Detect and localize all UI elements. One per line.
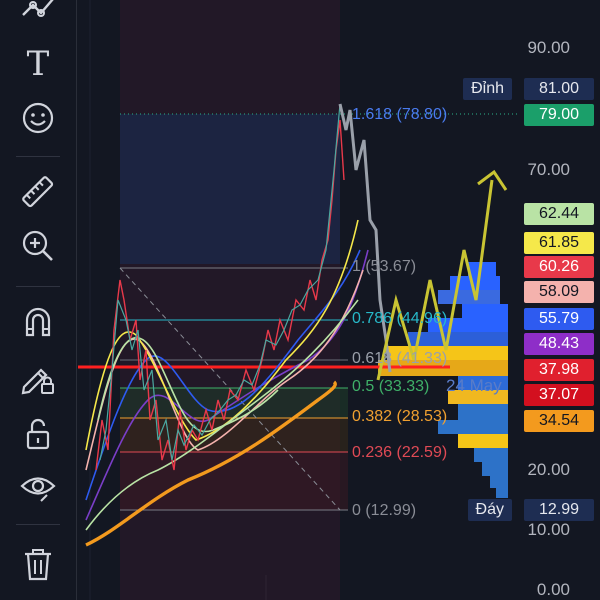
price-axis-label: 10.00 (527, 520, 570, 539)
ruler-tool[interactable] (14, 168, 62, 216)
fib-label: 0 (12.99) (352, 502, 417, 519)
projection-grey (338, 103, 392, 373)
high-marker-label: Đỉnh (463, 78, 512, 100)
indicator-badge: 48.43 (524, 333, 594, 355)
volume-bar (462, 304, 508, 318)
zoom-tool[interactable] (14, 222, 62, 270)
fib-label: 0.236 (22.59) (352, 444, 448, 461)
indicator-badge: 37.07 (524, 384, 594, 406)
trend-line-icon (22, 0, 54, 17)
price-axis-label: 90.00 (527, 38, 570, 57)
pencil-lock-icon (21, 368, 54, 395)
visibility-tool[interactable] (14, 462, 62, 510)
indicator-badge: 61.85 (524, 232, 594, 254)
emoji-tool[interactable] (14, 94, 62, 142)
indicator-badge: 60.26 (524, 256, 594, 278)
fib-label: 0.786 (44.96) (352, 310, 448, 327)
volume-bar (458, 404, 508, 420)
trash-icon (25, 549, 51, 581)
volume-bar (490, 476, 508, 488)
magnet-tool[interactable] (14, 298, 62, 346)
text-icon: T (26, 44, 50, 84)
indicator-badge: 58.09 (524, 281, 594, 303)
drawing-toolbar: T (0, 0, 77, 600)
fib-zone (120, 418, 348, 452)
volume-bar (408, 332, 508, 346)
delete-tool[interactable] (14, 540, 62, 588)
volume-bar (474, 448, 508, 462)
volume-bar (438, 290, 500, 304)
smiley-icon (22, 102, 54, 134)
magnet-icon (25, 307, 51, 337)
fib-label: 0.5 (33.33) (352, 378, 430, 395)
zoom-in-icon (22, 230, 53, 261)
fib-label: 1.618 (78.80) (352, 106, 448, 123)
indicator-badge: 34.54 (524, 410, 594, 432)
chart-area[interactable]: 1.618 (78.80) 1 (53.67) 0.786 (44.96) 0.… (78, 0, 600, 600)
lock-drawings-tool[interactable] (14, 354, 62, 402)
high-price-badge: 81.00 (524, 78, 594, 100)
eye-icon (20, 477, 56, 502)
volume-bar (482, 462, 508, 476)
toolbar-divider (16, 156, 60, 157)
toolbar-divider (16, 286, 60, 287)
low-price-badge: 12.99 (524, 499, 594, 521)
current-price-badge: 79.00 (524, 104, 594, 126)
indicator-badge: 62.44 (524, 203, 594, 225)
price-chart[interactable] (78, 0, 600, 600)
fib-label: 0.382 (28.53) (352, 408, 448, 425)
unlock-tool[interactable] (14, 410, 62, 458)
volume-bar (458, 434, 508, 448)
volume-bar (438, 420, 508, 434)
indicator-badge: 37.98 (524, 359, 594, 381)
low-marker-label: Đáy (467, 499, 512, 521)
indicator-badge: 55.79 (524, 308, 594, 330)
price-axis-label: 70.00 (527, 160, 570, 179)
volume-bar (496, 488, 508, 498)
price-axis-label: 20.00 (527, 460, 570, 479)
fib-label: 1 (53.67) (352, 258, 417, 275)
price-axis-label: 0.00 (536, 580, 570, 599)
fib-extension-zone (120, 114, 340, 264)
ruler-icon (22, 176, 54, 208)
trend-line-tool[interactable] (14, 0, 62, 32)
unlock-icon (26, 418, 50, 450)
date-label: 24 May (446, 376, 502, 395)
toolbar-divider (16, 524, 60, 525)
text-tool[interactable]: T (14, 40, 62, 88)
fib-label: 0.618 (41.33) (352, 350, 448, 367)
